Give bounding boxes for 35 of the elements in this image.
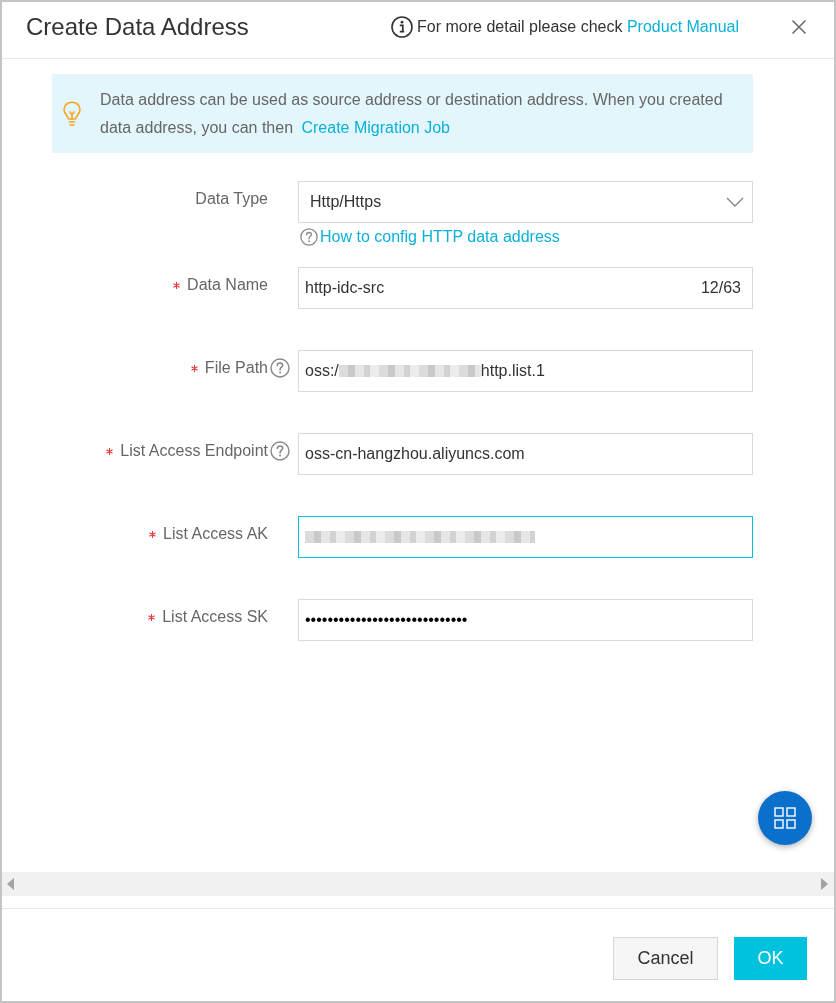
help-icon[interactable] (300, 228, 318, 246)
horizontal-scrollbar[interactable] (2, 872, 834, 896)
field-value: oss:/ (305, 362, 339, 380)
character-counter: 12/63 (700, 279, 741, 297)
input-field[interactable] (298, 516, 753, 558)
dialog-title: Create Data Address (26, 13, 250, 41)
field-value: oss-cn-hangzhou.aliyuncs.com (305, 445, 525, 463)
notice-text: Data address can be used as source address or destination address. When you created data address, you can then Create Migration Job (100, 89, 724, 138)
dropdown-field[interactable]: Http/Https (298, 181, 753, 223)
scroll-right-icon[interactable] (821, 878, 828, 890)
chevron-down-icon[interactable] (726, 197, 744, 207)
input-field[interactable]: oss:/ http.list.1 (298, 350, 753, 392)
lightbulb-icon (62, 100, 82, 127)
info-icon (391, 16, 414, 38)
help-icon[interactable] (270, 358, 290, 378)
field-value: ••••••••••••••••••••••••••••• (305, 611, 468, 629)
close-button[interactable] (791, 19, 807, 35)
field-label: List Access AK (163, 524, 268, 544)
scroll-left-icon[interactable] (7, 878, 14, 890)
field-label: List Access SK (162, 607, 268, 627)
input-field[interactable]: http-idc-src 12/63 (298, 267, 753, 309)
field-value: http-idc-src (305, 279, 385, 297)
field-label: Data Type (195, 189, 268, 209)
grid-icon[interactable] (774, 807, 796, 829)
password-field[interactable]: ••••••••••••••••••••••••••••• (298, 599, 753, 641)
field-value: http.list.1 (480, 362, 545, 380)
help-icon[interactable] (270, 441, 290, 461)
input-field[interactable]: oss-cn-hangzhou.aliyuncs.com (298, 433, 753, 475)
field-label: File Path (204, 358, 268, 378)
cancel-button[interactable]: Cancel (613, 937, 718, 980)
field-label: Data Name (187, 275, 268, 295)
floating-action-button[interactable] (758, 791, 812, 845)
field-label: List Access Endpoint (120, 441, 268, 461)
field-value: Http/Https (310, 193, 382, 211)
header-note: For more detail please check Product Manual (417, 18, 739, 36)
